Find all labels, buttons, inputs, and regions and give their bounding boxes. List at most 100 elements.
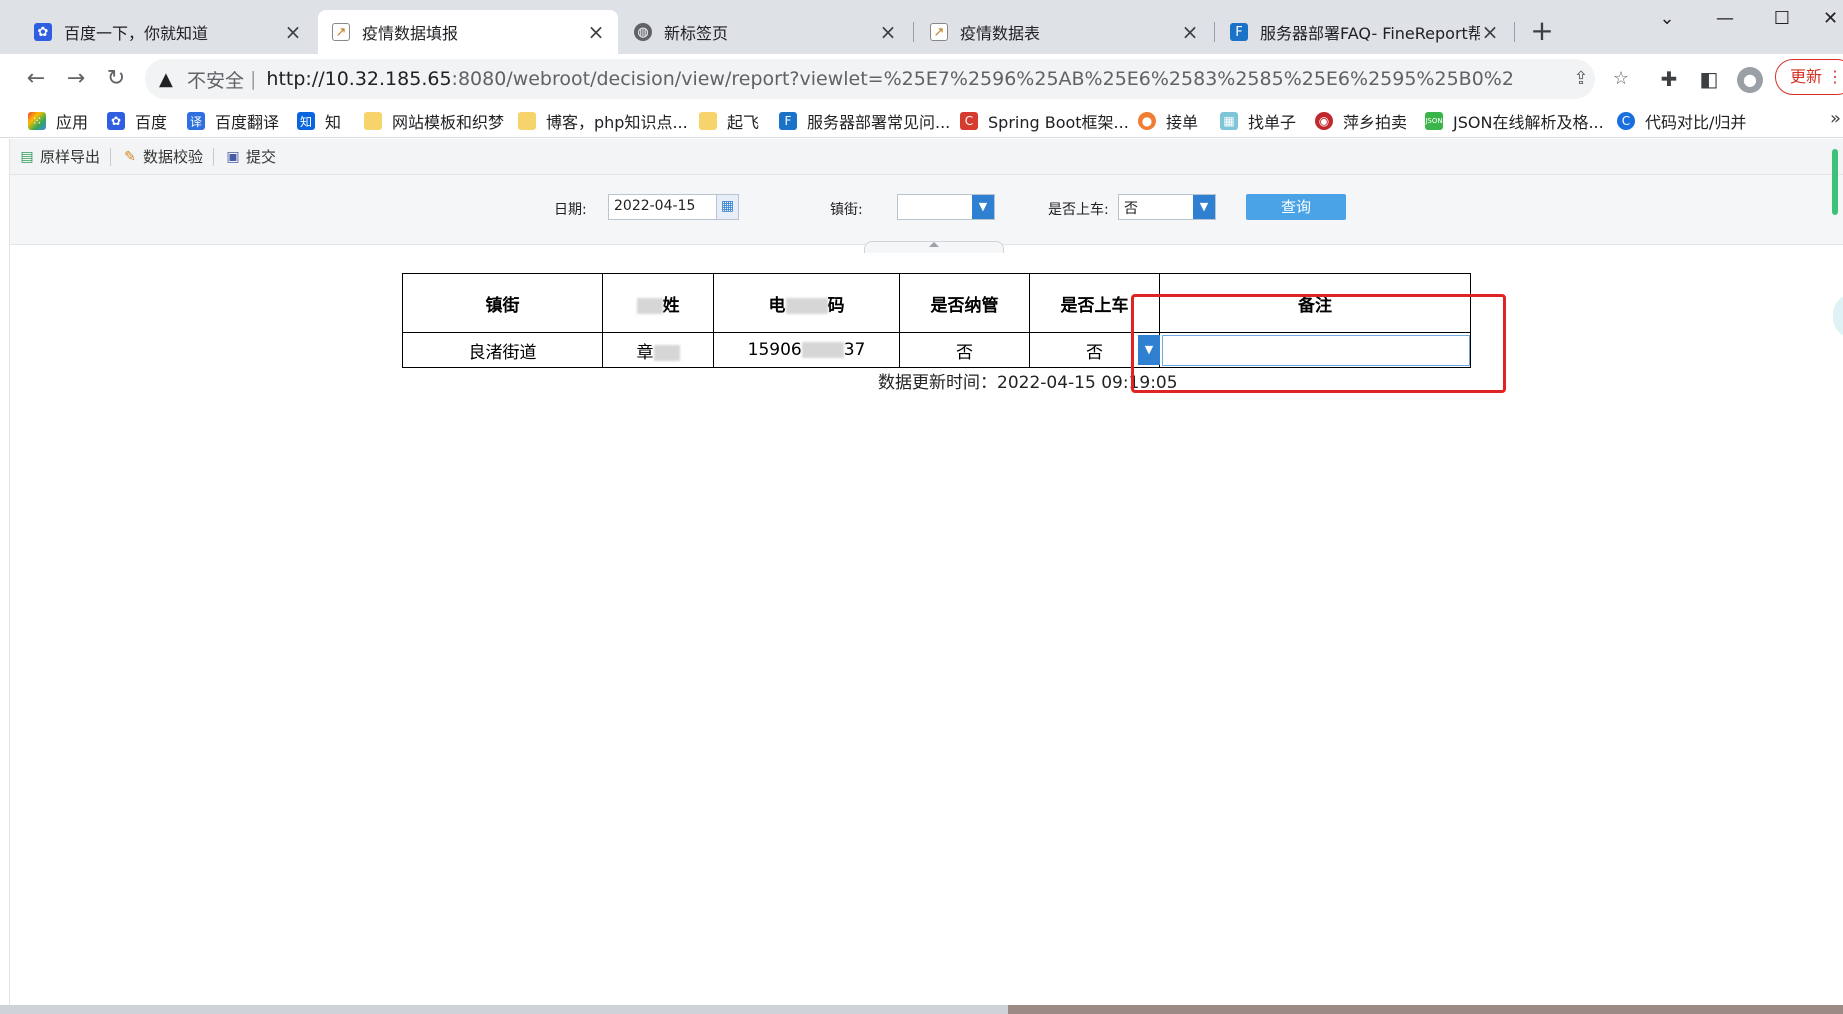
close-icon[interactable]: × [878, 20, 898, 44]
date-field[interactable]: 2022-04-15 ▦ [608, 194, 739, 220]
parameter-panel: 日期: 2022-04-15 ▦ 镇街: ▼ 是否上车: 否 ▼ 查询 [10, 175, 1843, 253]
extensions-puzzle-icon[interactable]: ✚ [1656, 66, 1682, 92]
tab-finereport-faq[interactable]: F 服务器部署FAQ- FineReport帮助 × [1216, 10, 1512, 54]
back-icon[interactable]: ← [22, 66, 50, 94]
collapse-panel-toggle[interactable] [864, 241, 1004, 253]
update-button[interactable]: 更新 ⋮ [1775, 59, 1843, 95]
close-icon[interactable]: × [1480, 20, 1500, 44]
close-icon[interactable]: × [586, 20, 606, 44]
folder-icon [699, 112, 717, 130]
tab-baidu[interactable]: ✿ 百度一下，你就知道 × [20, 10, 315, 54]
tab-new[interactable]: ◍ 新标签页 × [620, 10, 910, 54]
profile-avatar[interactable]: ● [1737, 67, 1763, 93]
url-text[interactable]: http://10.32.185.65:8080/webroot/decisio… [266, 68, 1515, 90]
report-page: ▤ 原样导出 ✎ 数据校验 ▣ 提交 日期: 2022-04-15 ▦ 镇街: [10, 139, 1843, 1005]
bookmark-folder-blog[interactable]: 博客，php知识点... [518, 109, 688, 133]
dropdown-arrow-icon[interactable]: ▼ [972, 195, 994, 219]
bookmark-find-orders[interactable]: ▦ 找单子 [1220, 109, 1296, 133]
dropdown-arrow-icon[interactable]: ▼ [1138, 335, 1160, 365]
left-window-edge [0, 139, 10, 1005]
bookmark-spring-boot[interactable]: C Spring Boot框架... [960, 109, 1129, 133]
side-panel-icon[interactable]: ◧ [1696, 66, 1722, 92]
remark-input[interactable] [1162, 335, 1470, 366]
boarded-select[interactable]: 否 ▼ [1118, 194, 1216, 220]
close-icon[interactable]: × [283, 20, 303, 44]
bookmark-folder-takeoff[interactable]: 起飞 [699, 109, 759, 133]
maximize-button[interactable]: ☐ [1762, 8, 1802, 32]
header-boarded: 是否上车 [1029, 273, 1160, 333]
bookmark-baidu[interactable]: ✿ 百度 [107, 109, 167, 133]
bookmark-apps[interactable]: ⁙ 应用 [28, 109, 88, 133]
cell-boarded[interactable]: 否 ▼ [1029, 332, 1160, 368]
bookmarks-overflow-icon[interactable]: » [1830, 108, 1841, 129]
date-value: 2022-04-15 [614, 198, 696, 214]
cell-remark[interactable] [1159, 332, 1471, 368]
cell-managed[interactable]: 否 [899, 332, 1030, 368]
zhihu-icon: 知 [297, 112, 315, 130]
bookmark-label: 起飞 [727, 113, 760, 132]
cell-street[interactable]: 良渚街道 [402, 332, 603, 368]
new-tab-button[interactable]: + [1528, 17, 1556, 46]
bookmark-auction[interactable]: ◉ 萍乡拍卖 [1315, 109, 1407, 133]
close-window-button[interactable]: ✕ [1818, 8, 1843, 32]
submit-button[interactable]: ▣ 提交 [216, 145, 284, 169]
update-label: 更新 [1790, 67, 1823, 86]
bookmark-label: 代码对比/归并 [1645, 113, 1747, 132]
csdn-icon: C [960, 112, 978, 130]
bookmark-baidu-translate[interactable]: 译百度翻译 [187, 109, 279, 133]
bookmark-label: 网站模板和织梦 [392, 113, 505, 132]
bookmark-folder-templates[interactable]: 网站模板和织梦 [364, 109, 504, 133]
scrollbar-thumb[interactable] [1832, 149, 1838, 215]
export-button[interactable]: ▤ 原样导出 [10, 145, 108, 169]
finereport-chart-icon: ↗ [930, 23, 948, 41]
translate-icon: 译 [187, 112, 205, 130]
warning-icon[interactable]: ▲ [159, 69, 179, 90]
tab-epidemic-fill[interactable]: ↗ 疫情数据填报 × [318, 10, 618, 54]
forward-icon[interactable]: → [62, 66, 90, 94]
cell-name[interactable]: 章 [602, 332, 714, 368]
header-remark: 备注 [1159, 273, 1471, 333]
globe-icon: ◍ [634, 23, 652, 41]
bookmark-label: 服务器部署常见问... [807, 113, 951, 132]
star-bookmark-icon[interactable]: ☆ [1609, 67, 1633, 91]
calendar-icon[interactable]: ▦ [716, 195, 738, 219]
bookmark-orders[interactable]: ● 接单 [1138, 109, 1198, 133]
validate-label: 数据校验 [143, 148, 204, 166]
baidu-paw-icon: ✿ [34, 23, 52, 41]
bookmark-zhihu[interactable]: 知知 [297, 109, 341, 133]
cell-phone-prefix: 15906 [747, 340, 802, 360]
minimize-button[interactable]: — [1705, 8, 1745, 32]
collapse-arrow-icon [929, 242, 939, 247]
tab-epidemic-table[interactable]: ↗ 疫情数据表 × [916, 10, 1212, 54]
finereport-f-icon: F [779, 112, 797, 130]
close-icon[interactable]: × [1180, 20, 1200, 44]
header-phone-suffix: 码 [827, 295, 845, 316]
bookmark-code-compare[interactable]: C 代码对比/归并 [1617, 109, 1746, 133]
security-label[interactable]: 不安全 [187, 66, 244, 93]
tab-title: 疫情数据表 [960, 24, 1041, 43]
header-phone-prefix: 电 [768, 295, 786, 316]
tab-search-chevron-icon[interactable]: ⌄ [1647, 8, 1687, 32]
street-select[interactable]: ▼ [897, 194, 995, 220]
pencil-check-icon: ✎ [124, 148, 136, 165]
reload-icon[interactable]: ↻ [102, 66, 130, 94]
address-divider: | [250, 68, 257, 90]
query-button[interactable]: 查询 [1246, 194, 1346, 220]
street-label: 镇街: [830, 202, 863, 218]
bookmark-server-deploy[interactable]: F 服务器部署常见问... [779, 109, 950, 133]
tab-title: 新标签页 [664, 24, 729, 43]
floating-side-widget[interactable] [1833, 294, 1843, 338]
tab-strip: ✿ 百度一下，你就知道 × ↗ 疫情数据填报 × ◍ 新标签页 × ↗ 疫情数据… [0, 0, 1843, 54]
dropdown-arrow-icon[interactable]: ▼ [1193, 195, 1215, 219]
table-row: 良渚街道 章 15906 37 否 否 ▼ [402, 332, 1471, 368]
cell-phone[interactable]: 15906 37 [713, 332, 900, 368]
cell-phone-suffix: 37 [843, 340, 866, 360]
redaction-mask [801, 342, 844, 358]
finereport-chart-icon: ↗ [332, 23, 350, 41]
address-bar[interactable]: ▲ 不安全 | http://10.32.185.65:8080/webroot… [145, 59, 1595, 99]
tab-title: 服务器部署FAQ- FineReport帮助 [1260, 24, 1480, 43]
bookmark-json[interactable]: JSON JSON在线解析及格... [1425, 109, 1604, 133]
validate-button[interactable]: ✎ 数据校验 [113, 145, 211, 169]
share-icon[interactable]: ⇪ [1569, 67, 1593, 91]
report-toolbar: ▤ 原样导出 ✎ 数据校验 ▣ 提交 [10, 139, 1843, 175]
